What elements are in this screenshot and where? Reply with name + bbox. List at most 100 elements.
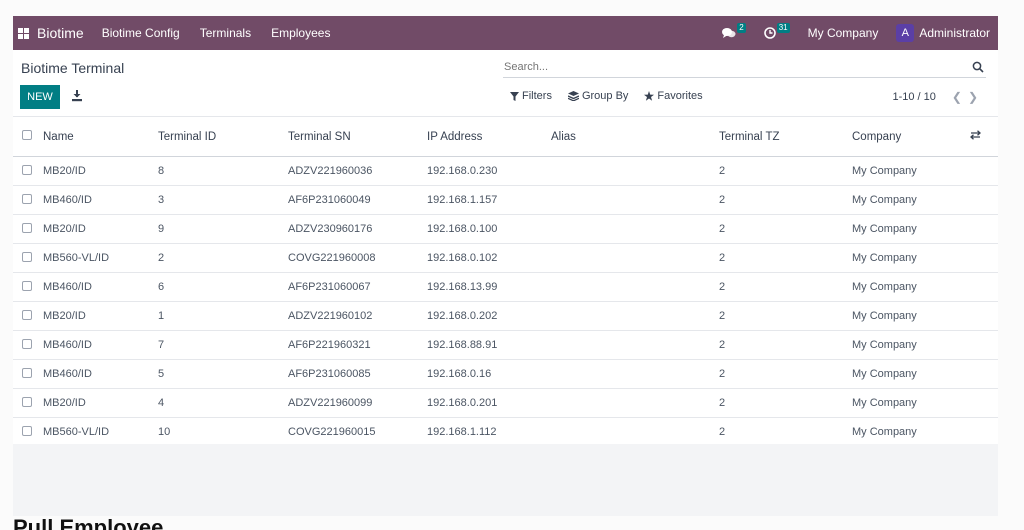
filters-button[interactable]: Filters — [510, 90, 552, 102]
search-input[interactable] — [503, 60, 972, 73]
cell-company[interactable]: My Company — [852, 331, 970, 360]
cell-ip-address[interactable]: 192.168.0.201 — [427, 389, 551, 418]
cell-terminal-tz[interactable]: 2 — [719, 389, 852, 418]
cell-alias[interactable] — [551, 157, 719, 186]
activities-button[interactable]: 31 — [763, 23, 790, 39]
cell-terminal-tz[interactable]: 2 — [719, 418, 852, 447]
cell-alias[interactable] — [551, 215, 719, 244]
select-all-checkbox[interactable] — [22, 130, 32, 140]
app-name[interactable]: Biotime — [37, 25, 84, 41]
column-header-terminal-tz[interactable]: Terminal TZ — [719, 117, 852, 157]
cell-terminal-tz[interactable]: 2 — [719, 157, 852, 186]
cell-name[interactable]: MB460/ID — [43, 186, 158, 215]
cell-company[interactable]: My Company — [852, 389, 970, 418]
cell-terminal-id[interactable]: 2 — [158, 244, 288, 273]
table-row[interactable]: MB460/ID 6 AF6P231060067 192.168.13.99 2 My C… — [13, 273, 998, 302]
table-row[interactable]: MB20/ID 4 ADZV221960099 192.168.0.201 2 My Co… — [13, 389, 998, 418]
cell-terminal-tz[interactable]: 2 — [719, 331, 852, 360]
company-switcher[interactable]: My Company — [808, 26, 879, 40]
column-header-terminal-sn[interactable]: Terminal SN — [288, 117, 427, 157]
table-row[interactable]: MB20/ID 1 ADZV221960102 192.168.0.202 2 My Co… — [13, 302, 998, 331]
cell-terminal-id[interactable]: 3 — [158, 186, 288, 215]
cell-company[interactable]: My Company — [852, 157, 970, 186]
cell-terminal-sn[interactable]: COVG221960008 — [288, 244, 427, 273]
cell-alias[interactable] — [551, 418, 719, 447]
cell-name[interactable]: MB20/ID — [43, 215, 158, 244]
column-header-alias[interactable]: Alias — [551, 117, 719, 157]
row-checkbox[interactable] — [22, 280, 32, 291]
row-checkbox[interactable] — [22, 164, 32, 175]
optional-columns-icon[interactable] — [970, 130, 981, 140]
column-header-terminal-id[interactable]: Terminal ID — [158, 117, 288, 157]
cell-alias[interactable] — [551, 389, 719, 418]
app-menu-grid-icon[interactable] — [18, 27, 29, 39]
cell-terminal-sn[interactable]: ADZV230960176 — [288, 215, 427, 244]
search-bar[interactable] — [503, 56, 986, 78]
cell-terminal-sn[interactable]: COVG221960015 — [288, 418, 427, 447]
cell-terminal-sn[interactable]: ADZV221960102 — [288, 302, 427, 331]
cell-name[interactable]: MB560-VL/ID — [43, 418, 158, 447]
cell-alias[interactable] — [551, 244, 719, 273]
cell-terminal-id[interactable]: 5 — [158, 360, 288, 389]
menu-item-employees[interactable]: Employees — [271, 26, 330, 40]
row-checkbox[interactable] — [22, 338, 32, 349]
cell-terminal-id[interactable]: 8 — [158, 157, 288, 186]
user-avatar[interactable]: A — [896, 24, 915, 42]
search-icon[interactable] — [972, 61, 984, 73]
user-menu[interactable]: Administrator — [919, 26, 990, 40]
cell-name[interactable]: MB20/ID — [43, 157, 158, 186]
cell-company[interactable]: My Company — [852, 302, 970, 331]
download-icon[interactable] — [70, 89, 84, 103]
cell-ip-address[interactable]: 192.168.0.16 — [427, 360, 551, 389]
cell-terminal-tz[interactable]: 2 — [719, 186, 852, 215]
chevron-right-icon[interactable]: ❯ — [968, 90, 978, 104]
cell-terminal-id[interactable]: 4 — [158, 389, 288, 418]
menu-item-terminals[interactable]: Terminals — [200, 26, 251, 40]
cell-terminal-id[interactable]: 9 — [158, 215, 288, 244]
cell-alias[interactable] — [551, 360, 719, 389]
cell-terminal-tz[interactable]: 2 — [719, 244, 852, 273]
cell-ip-address[interactable]: 192.168.13.99 — [427, 273, 551, 302]
cell-terminal-tz[interactable]: 2 — [719, 273, 852, 302]
cell-alias[interactable] — [551, 273, 719, 302]
pager-value[interactable]: 1-10 / 10 — [892, 91, 935, 103]
cell-ip-address[interactable]: 192.168.0.102 — [427, 244, 551, 273]
cell-terminal-sn[interactable]: ADZV221960099 — [288, 389, 427, 418]
group-by-button[interactable]: Group By — [567, 90, 628, 102]
cell-ip-address[interactable]: 192.168.0.100 — [427, 215, 551, 244]
messages-button[interactable]: 2 — [722, 23, 746, 39]
cell-alias[interactable] — [551, 186, 719, 215]
table-row[interactable]: MB560-VL/ID 10 COVG221960015 192.168.1.112 2… — [13, 418, 998, 447]
cell-terminal-sn[interactable]: AF6P221960321 — [288, 331, 427, 360]
cell-terminal-tz[interactable]: 2 — [719, 215, 852, 244]
cell-name[interactable]: MB460/ID — [43, 273, 158, 302]
cell-name[interactable]: MB560-VL/ID — [43, 244, 158, 273]
cell-company[interactable]: My Company — [852, 418, 970, 447]
table-row[interactable]: MB20/ID 9 ADZV230960176 192.168.0.100 2 My Co… — [13, 215, 998, 244]
cell-ip-address[interactable]: 192.168.1.112 — [427, 418, 551, 447]
cell-terminal-id[interactable]: 10 — [158, 418, 288, 447]
cell-company[interactable]: My Company — [852, 244, 970, 273]
cell-name[interactable]: MB20/ID — [43, 302, 158, 331]
column-header-company[interactable]: Company — [852, 117, 970, 157]
cell-terminal-id[interactable]: 1 — [158, 302, 288, 331]
row-checkbox[interactable] — [22, 425, 32, 436]
cell-terminal-sn[interactable]: AF6P231060067 — [288, 273, 427, 302]
cell-name[interactable]: MB460/ID — [43, 360, 158, 389]
table-row[interactable]: MB20/ID 8 ADZV221960036 192.168.0.230 2 My Co… — [13, 157, 998, 186]
favorites-button[interactable]: Favorites — [644, 90, 703, 102]
row-checkbox[interactable] — [22, 193, 32, 204]
cell-company[interactable]: My Company — [852, 215, 970, 244]
cell-terminal-sn[interactable]: AF6P231060049 — [288, 186, 427, 215]
column-header-name[interactable]: Name — [43, 117, 158, 157]
column-header-ip-address[interactable]: IP Address — [427, 117, 551, 157]
cell-name[interactable]: MB20/ID — [43, 389, 158, 418]
menu-item-biotime-config[interactable]: Biotime Config — [102, 26, 180, 40]
table-row[interactable]: MB460/ID 5 AF6P231060085 192.168.0.16 2 My Co… — [13, 360, 998, 389]
cell-ip-address[interactable]: 192.168.1.157 — [427, 186, 551, 215]
row-checkbox[interactable] — [22, 309, 32, 320]
cell-company[interactable]: My Company — [852, 186, 970, 215]
row-checkbox[interactable] — [22, 251, 32, 262]
cell-ip-address[interactable]: 192.168.88.91 — [427, 331, 551, 360]
cell-alias[interactable] — [551, 331, 719, 360]
